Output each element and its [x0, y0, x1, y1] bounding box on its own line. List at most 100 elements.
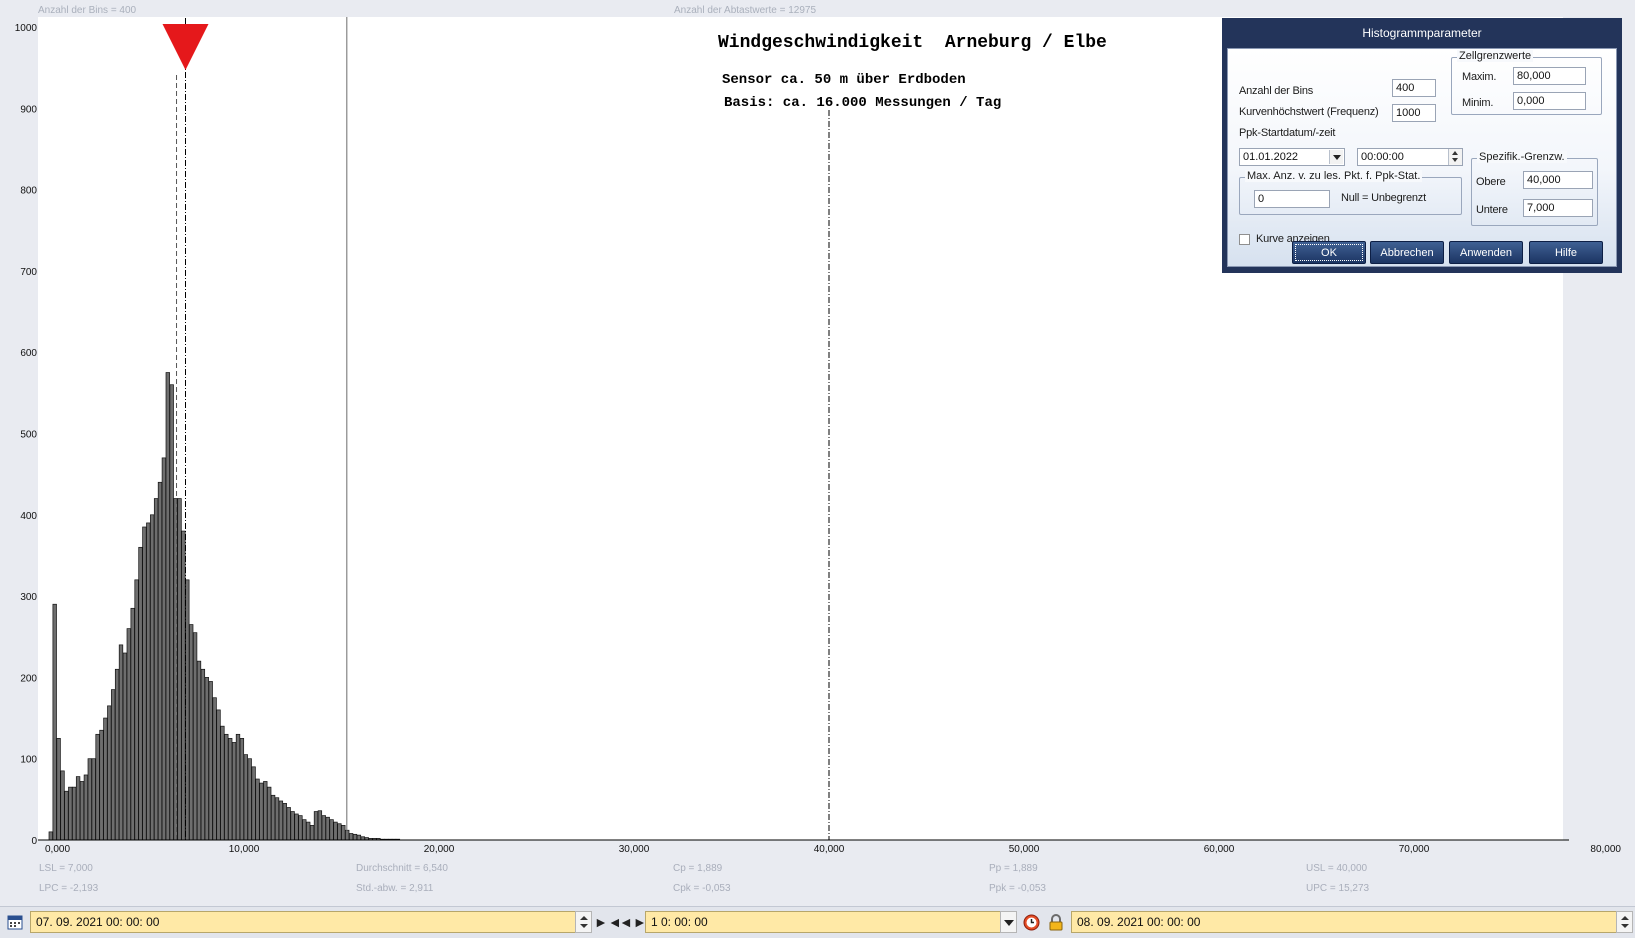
interval-chevron-down-icon[interactable]: [1000, 911, 1017, 933]
histogram-bar: [99, 729, 104, 841]
clock-icon[interactable]: [1022, 914, 1040, 934]
histogram-bar: [352, 833, 358, 841]
stat-ppk: Ppk = -0,053: [989, 883, 1046, 894]
y-tick-label: 500: [20, 430, 37, 441]
min-input[interactable]: [1513, 92, 1586, 110]
histogram-bar: [216, 709, 221, 841]
histogram-parameter-dialog: Histogrammparameter Anzahl der Bins Kurv…: [1222, 18, 1622, 273]
y-tick-label: 900: [20, 104, 37, 115]
histogram-bar: [177, 498, 182, 841]
max-points-input[interactable]: [1254, 190, 1330, 208]
histogram-bar: [153, 498, 159, 841]
stat-usl: USL = 40,000: [1306, 863, 1368, 874]
min-label: Minim.: [1462, 97, 1494, 109]
peak-label: Kurvenhöchstwert (Frequenz): [1239, 106, 1379, 118]
histogram-bar: [239, 738, 245, 841]
y-tick-label: 600: [20, 348, 37, 359]
lower-input[interactable]: [1523, 199, 1593, 217]
calendar-icon[interactable]: [6, 914, 24, 933]
stat-pp: Pp = 1,889: [989, 863, 1038, 874]
histogram-bar: [259, 782, 264, 841]
dialog-title[interactable]: Histogrammparameter: [1222, 18, 1622, 48]
chevron-down-icon[interactable]: [1329, 150, 1343, 164]
end-datetime-field[interactable]: 08. 09. 2021 00: 00: 00: [1071, 911, 1619, 933]
bins-input[interactable]: [1392, 79, 1436, 97]
lower-label: Untere: [1476, 204, 1508, 216]
histogram-bar: [325, 816, 330, 841]
histogram-bar: [348, 833, 354, 841]
clock-icon-graphic: [1023, 914, 1039, 931]
max-input[interactable]: [1513, 67, 1586, 85]
show-curve-checkbox[interactable]: [1239, 234, 1250, 245]
start-date-value: 01.01.2022: [1243, 151, 1299, 163]
histogram-bar: [95, 733, 100, 841]
histogram-bar: [356, 834, 362, 841]
expand-arrows-icon[interactable]: ◄►: [619, 914, 647, 930]
stat-mean: Durchschnitt = 6,540: [356, 863, 448, 874]
help-button[interactable]: Hilfe: [1529, 241, 1603, 264]
start-label: Ppk-Startdatum/-zeit: [1239, 127, 1336, 139]
end-datetime-spinner-icon[interactable]: [1616, 911, 1633, 933]
spec-limits-title: Spezifik.-Grenzw.: [1477, 151, 1567, 163]
apply-button[interactable]: Anwenden: [1449, 241, 1523, 264]
histogram-bar: [114, 668, 120, 841]
histogram-bar: [138, 546, 143, 841]
max-points-title: Max. Anz. v. zu les. Pkt. f. Ppk-Stat.: [1245, 170, 1423, 182]
histogram-bar: [294, 813, 299, 841]
start-datetime-spinner-icon[interactable]: [575, 911, 592, 933]
calendar-icon-graphic: [7, 915, 23, 930]
x-tick-label: 70,000: [1399, 844, 1430, 855]
start-date-picker[interactable]: 01.01.2022: [1239, 148, 1345, 166]
x-tick-label: 60,000: [1204, 844, 1235, 855]
start-datetime-field[interactable]: 07. 09. 2021 00: 00: 00: [30, 911, 578, 933]
histogram-bar: [337, 823, 342, 841]
histogram-bar: [165, 372, 170, 841]
histogram-bar: [329, 819, 334, 841]
histogram-bar: [196, 660, 202, 841]
x-tick-label: 20,000: [424, 844, 455, 855]
histogram-bar: [278, 800, 284, 841]
histogram-bar: [286, 807, 291, 841]
histogram-bar: [192, 632, 198, 841]
histogram-bar: [60, 770, 65, 841]
histogram-bar: [185, 579, 190, 841]
histogram-bar: [204, 677, 209, 841]
histogram-bar: [274, 797, 280, 841]
histogram-bar: [64, 790, 69, 841]
y-tick-label: 700: [20, 267, 37, 278]
histogram-bar: [181, 530, 186, 841]
histogram-bar: [255, 778, 260, 841]
histogram-bar: [267, 786, 272, 841]
histogram-bar: [79, 781, 85, 841]
histogram-bar: [282, 803, 287, 841]
histogram-bar: [306, 821, 311, 841]
histogram-bar: [298, 815, 303, 841]
ok-button[interactable]: OK: [1292, 241, 1366, 264]
lock-icon[interactable]: [1047, 914, 1065, 934]
histogram-bar: [263, 781, 268, 841]
cancel-button[interactable]: Abbrechen: [1370, 241, 1444, 264]
histogram-bar: [247, 758, 252, 841]
histogram-bar: [243, 754, 248, 841]
y-tick-label: 300: [20, 592, 37, 603]
time-spinner-icon[interactable]: [1448, 149, 1462, 165]
chart-subtitle-sensor: Sensor ca. 50 m über Erdboden: [722, 72, 966, 88]
peak-input[interactable]: [1392, 104, 1436, 122]
max-label: Maxim.: [1462, 71, 1497, 83]
shrink-arrows-icon[interactable]: ►◄: [594, 914, 622, 930]
dialog-body: Anzahl der Bins Kurvenhöchstwert (Freque…: [1227, 48, 1617, 267]
histogram-bar: [290, 811, 295, 841]
histogram-bar: [224, 733, 229, 841]
histogram-bar: [270, 794, 276, 841]
x-tick-label: 10,000: [229, 844, 260, 855]
histogram-bar: [122, 652, 128, 841]
interval-field[interactable]: 1 0: 00: 00: [645, 911, 1001, 933]
histogram-bar: [341, 825, 346, 841]
histogram-bar: [103, 717, 108, 841]
upper-input[interactable]: [1523, 171, 1593, 189]
y-tick-label: 0: [31, 836, 37, 847]
histogram-bar: [333, 821, 338, 841]
stat-lsl: LSL = 7,000: [39, 863, 93, 874]
start-time-input[interactable]: 00:00:00: [1357, 148, 1463, 166]
histogram-bar: [161, 457, 167, 841]
